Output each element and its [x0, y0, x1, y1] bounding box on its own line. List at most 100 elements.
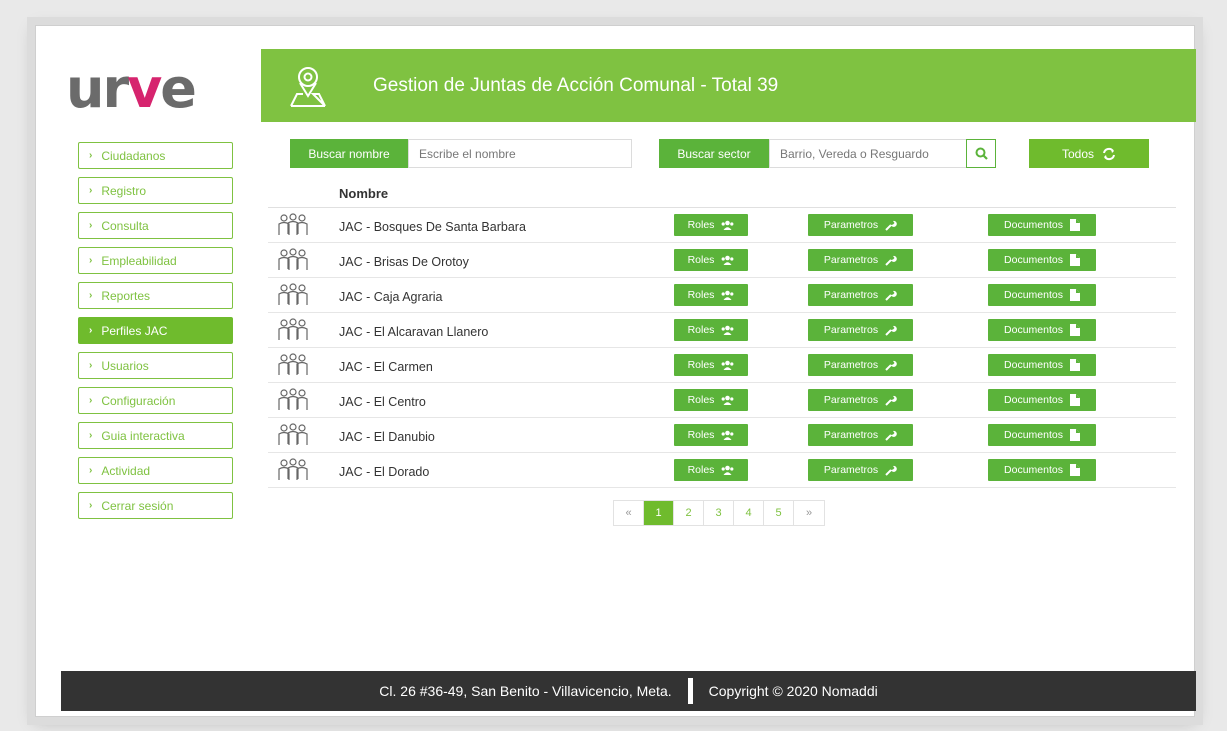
refresh-icon — [1103, 147, 1115, 160]
name-search-input[interactable] — [408, 139, 632, 168]
file-icon — [1069, 359, 1080, 371]
parametros-button[interactable]: Parametros — [808, 424, 913, 446]
sidebar-item-label: Configuración — [101, 393, 176, 408]
sidebar-item-label: Perfiles JAC — [101, 323, 168, 338]
jac-name: JAC - El Carmen — [339, 360, 433, 374]
documentos-button[interactable]: Documentos — [988, 424, 1096, 446]
chevron-right-icon: › — [89, 360, 93, 371]
documentos-label: Documentos — [1004, 394, 1063, 406]
parametros-button[interactable]: Parametros — [808, 389, 913, 411]
todos-button[interactable]: Todos — [1029, 139, 1149, 168]
page-footer: Cl. 26 #36-49, San Benito - Villavicenci… — [61, 671, 1196, 711]
pagination-page-2[interactable]: 2 — [674, 501, 704, 525]
parametros-label: Parametros — [823, 359, 879, 371]
chevron-right-icon: › — [89, 465, 93, 476]
group-icon — [278, 388, 308, 410]
sector-search-input[interactable] — [769, 139, 967, 168]
group-icon — [278, 423, 308, 445]
search-sector-label[interactable]: Buscar sector — [659, 139, 769, 168]
documentos-label: Documentos — [1004, 219, 1063, 231]
jac-name: JAC - Bosques De Santa Barbara — [339, 220, 526, 234]
pagination-page-3[interactable]: 3 — [704, 501, 734, 525]
sidebar-item-actividad[interactable]: › Actividad — [78, 457, 233, 484]
documentos-button[interactable]: Documentos — [988, 214, 1096, 236]
sidebar-item-guia-interactiva[interactable]: › Guia interactiva — [78, 422, 233, 449]
jac-name: JAC - El Danubio — [339, 430, 435, 444]
roles-label: Roles — [687, 324, 715, 336]
wrench-icon — [885, 255, 897, 266]
parametros-button[interactable]: Parametros — [808, 249, 913, 271]
parametros-button[interactable]: Parametros — [808, 214, 913, 236]
sidebar-item-label: Actividad — [101, 463, 151, 478]
search-button[interactable] — [966, 139, 996, 168]
pagination-page-5[interactable]: 5 — [764, 501, 794, 525]
table-row: JAC - Brisas De Orotoy Roles Parametros Doc… — [268, 243, 1176, 278]
users-icon — [722, 395, 734, 405]
page-title: Gestion de Juntas de Acción Comunal - To… — [373, 74, 779, 96]
file-icon — [1069, 394, 1080, 406]
pagination-page-4[interactable]: 4 — [734, 501, 764, 525]
sidebar-item-ciudadanos[interactable]: › Ciudadanos — [78, 142, 233, 169]
sidebar-item-label: Cerrar sesión — [101, 498, 174, 513]
sidebar-item-label: Guia interactiva — [101, 428, 185, 443]
file-icon — [1069, 464, 1080, 476]
parametros-button[interactable]: Parametros — [808, 459, 913, 481]
parametros-label: Parametros — [823, 324, 879, 336]
pagination-prev-button[interactable]: « — [614, 501, 644, 525]
parametros-label: Parametros — [823, 219, 879, 231]
roles-button[interactable]: Roles — [674, 424, 748, 446]
roles-button[interactable]: Roles — [674, 354, 748, 376]
pagination-page-1[interactable]: 1 — [644, 501, 674, 525]
roles-button[interactable]: Roles — [674, 249, 748, 271]
documentos-button[interactable]: Documentos — [988, 459, 1096, 481]
file-icon — [1069, 324, 1080, 336]
group-icon — [278, 213, 308, 235]
wrench-icon — [885, 290, 897, 301]
documentos-button[interactable]: Documentos — [988, 284, 1096, 306]
urve-logo[interactable]: urve — [66, 62, 251, 116]
users-icon — [722, 220, 734, 230]
parametros-label: Parametros — [823, 254, 879, 266]
sidebar-item-empleabilidad[interactable]: › Empleabilidad — [78, 247, 233, 274]
chevron-right-icon: › — [89, 185, 93, 196]
sidebar-item-label: Usuarios — [101, 358, 149, 373]
sidebar-item-usuarios[interactable]: › Usuarios — [78, 352, 233, 379]
sidebar-item-configuraci-n[interactable]: › Configuración — [78, 387, 233, 414]
documentos-button[interactable]: Documentos — [988, 319, 1096, 341]
sidebar-item-cerrar-sesi-n[interactable]: › Cerrar sesión — [78, 492, 233, 519]
roles-label: Roles — [687, 254, 715, 266]
jac-name: JAC - El Alcaravan Llanero — [339, 325, 489, 339]
sidebar-item-consulta[interactable]: › Consulta — [78, 212, 233, 239]
group-icon — [278, 458, 308, 480]
sidebar-item-reportes[interactable]: › Reportes — [78, 282, 233, 309]
documentos-button[interactable]: Documentos — [988, 249, 1096, 271]
sidebar-item-registro[interactable]: › Registro — [78, 177, 233, 204]
documentos-button[interactable]: Documentos — [988, 389, 1096, 411]
table-row: JAC - El Carmen Roles Parametros Documentos — [268, 348, 1176, 383]
wrench-icon — [885, 220, 897, 231]
parametros-button[interactable]: Parametros — [808, 354, 913, 376]
sidebar-item-label: Reportes — [101, 288, 151, 303]
parametros-label: Parametros — [823, 429, 879, 441]
chevron-right-icon: › — [89, 220, 93, 231]
wrench-icon — [885, 360, 897, 371]
documentos-button[interactable]: Documentos — [988, 354, 1096, 376]
file-icon — [1069, 219, 1080, 231]
roles-label: Roles — [687, 429, 715, 441]
search-name-label[interactable]: Buscar nombre — [290, 139, 408, 168]
roles-button[interactable]: Roles — [674, 214, 748, 236]
roles-button[interactable]: Roles — [674, 319, 748, 341]
users-icon — [722, 465, 734, 475]
logo-text-c: e — [160, 57, 197, 120]
chevron-right-icon: › — [89, 325, 93, 336]
parametros-button[interactable]: Parametros — [808, 319, 913, 341]
sidebar-item-perfiles-jac[interactable]: › Perfiles JAC — [78, 317, 233, 344]
roles-button[interactable]: Roles — [674, 459, 748, 481]
group-icon — [278, 248, 308, 270]
roles-button[interactable]: Roles — [674, 389, 748, 411]
parametros-button[interactable]: Parametros — [808, 284, 913, 306]
roles-button[interactable]: Roles — [674, 284, 748, 306]
pagination-next-button[interactable]: » — [794, 501, 824, 525]
documentos-label: Documentos — [1004, 359, 1063, 371]
parametros-label: Parametros — [823, 289, 879, 301]
